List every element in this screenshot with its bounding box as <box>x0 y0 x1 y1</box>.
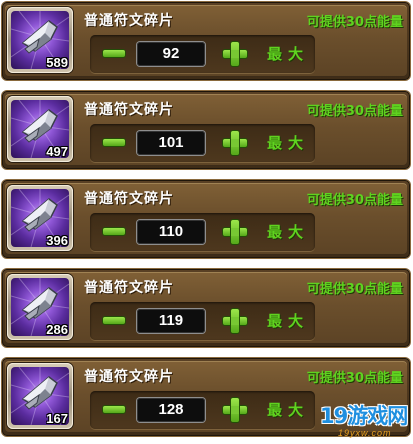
minus-button[interactable] <box>103 50 125 57</box>
item-row-panel: 396 普通符文碎片 可提供30点能量 110 最大 <box>5 183 407 255</box>
list-item: 589 普通符文碎片 可提供30点能量 92 最大 <box>2 2 410 80</box>
item-icon-slot[interactable]: 167 <box>7 363 73 429</box>
quantity-stepper: 119 最大 <box>90 302 315 340</box>
item-icon-slot[interactable]: 396 <box>7 185 73 251</box>
max-button[interactable]: 最大 <box>267 310 313 332</box>
item-row-panel: 286 普通符文碎片 可提供30点能量 119 最大 <box>5 272 407 344</box>
rune-shard-list: 589 普通符文碎片 可提供30点能量 92 最大 497 普通符文碎片 可提供… <box>0 0 413 444</box>
item-row-panel: 497 普通符文碎片 可提供30点能量 101 最大 <box>5 94 407 166</box>
max-button[interactable]: 最大 <box>267 43 313 65</box>
list-item: 396 普通符文碎片 可提供30点能量 110 最大 <box>2 180 410 258</box>
quantity-input[interactable]: 128 <box>137 398 205 422</box>
list-item: 167 普通符文碎片 可提供30点能量 128 最大 <box>2 358 410 436</box>
owned-count: 497 <box>46 144 68 159</box>
item-icon-slot[interactable]: 286 <box>7 274 73 340</box>
max-button[interactable]: 最大 <box>267 132 313 154</box>
owned-count: 286 <box>46 322 68 337</box>
item-name: 普通符文碎片 <box>84 369 174 385</box>
item-row-panel: 589 普通符文碎片 可提供30点能量 92 最大 <box>5 5 407 77</box>
quantity-stepper: 110 最大 <box>90 213 315 251</box>
energy-hint: 可提供30点能量 <box>306 15 403 30</box>
plus-button[interactable] <box>223 131 247 155</box>
plus-button[interactable] <box>223 220 247 244</box>
plus-button[interactable] <box>223 309 247 333</box>
quantity-input[interactable]: 101 <box>137 131 205 155</box>
quantity-stepper: 128 最大 <box>90 391 315 429</box>
item-name: 普通符文碎片 <box>84 102 174 118</box>
quantity-input[interactable]: 119 <box>137 309 205 333</box>
plus-button[interactable] <box>223 398 247 422</box>
quantity-input[interactable]: 92 <box>137 42 205 66</box>
minus-button[interactable] <box>103 317 125 324</box>
item-name: 普通符文碎片 <box>84 13 174 29</box>
list-item: 286 普通符文碎片 可提供30点能量 119 最大 <box>2 269 410 347</box>
owned-count: 589 <box>46 55 68 70</box>
max-button[interactable]: 最大 <box>267 221 313 243</box>
quantity-stepper: 92 最大 <box>90 35 315 73</box>
quantity-input[interactable]: 110 <box>137 220 205 244</box>
owned-count: 167 <box>46 411 68 426</box>
minus-button[interactable] <box>103 139 125 146</box>
minus-button[interactable] <box>103 228 125 235</box>
item-name: 普通符文碎片 <box>84 191 174 207</box>
max-button[interactable]: 最大 <box>267 399 313 421</box>
minus-button[interactable] <box>103 406 125 413</box>
plus-button[interactable] <box>223 42 247 66</box>
owned-count: 396 <box>46 233 68 248</box>
energy-hint: 可提供30点能量 <box>306 282 403 297</box>
item-icon-slot[interactable]: 497 <box>7 96 73 162</box>
energy-hint: 可提供30点能量 <box>306 371 403 386</box>
quantity-stepper: 101 最大 <box>90 124 315 162</box>
item-name: 普通符文碎片 <box>84 280 174 296</box>
item-row-panel: 167 普通符文碎片 可提供30点能量 128 最大 <box>5 361 407 433</box>
list-item: 497 普通符文碎片 可提供30点能量 101 最大 <box>2 91 410 169</box>
item-icon-slot[interactable]: 589 <box>7 7 73 73</box>
energy-hint: 可提供30点能量 <box>306 193 403 208</box>
energy-hint: 可提供30点能量 <box>306 104 403 119</box>
